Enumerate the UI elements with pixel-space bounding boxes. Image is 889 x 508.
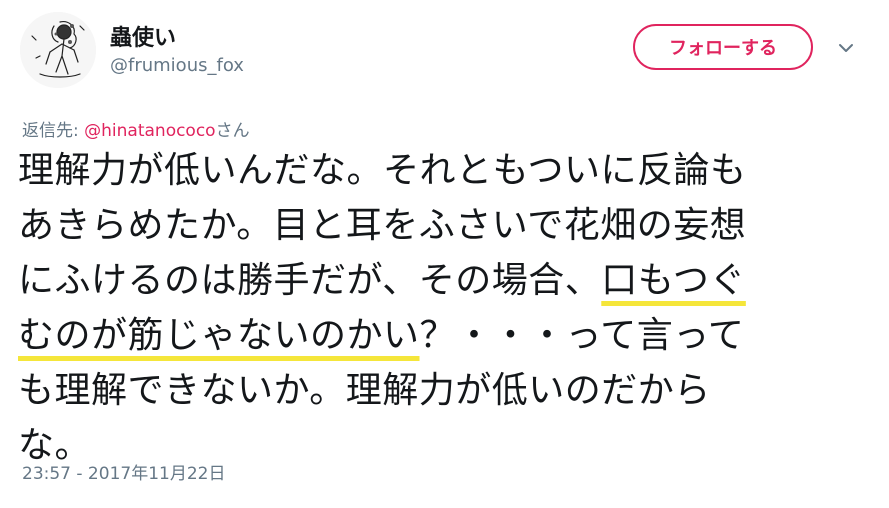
- reply-suffix: さん: [215, 121, 250, 141]
- sketch-figure-avatar-icon: [20, 12, 96, 88]
- reply-context: 返信先: @hinatanococoさん: [22, 116, 250, 141]
- highlighted-text: むのが筋じゃないのかい: [18, 315, 420, 356]
- tweet-text-segment: ？・・・って言って: [419, 315, 745, 356]
- tweet-text-line: むのが筋じゃないのかい？・・・って言って: [18, 308, 878, 363]
- reply-mention-link[interactable]: @hinatanococo: [84, 121, 215, 141]
- author-username[interactable]: @frumious_fox: [110, 55, 244, 76]
- tweet-card: 蟲使い @frumious_fox フォローする 返信先: @hinatanoc…: [0, 0, 889, 508]
- tweet-text: 理解力が低いんだな。それともついに反論も あきらめたか。目と耳をふさいで花畑の妄…: [18, 143, 878, 473]
- chevron-down-icon: [839, 44, 853, 52]
- tweet-text-segment: にふけるのは勝手だが、その場合、: [18, 260, 602, 301]
- reply-prefix: 返信先:: [22, 121, 85, 141]
- tweet-text-line: あきらめたか。目と耳をふさいで花畑の妄想: [18, 205, 747, 246]
- author-avatar[interactable]: [20, 12, 96, 88]
- tweet-text-line: も理解できないか。理解力が低いのだから: [18, 370, 711, 411]
- highlighted-text: 口もつぐ: [601, 260, 746, 301]
- author-display-name[interactable]: 蟲使い: [110, 20, 176, 52]
- tweet-timestamp[interactable]: 23:57 - 2017年11月22日: [22, 459, 225, 484]
- tweet-menu-button[interactable]: [836, 38, 856, 58]
- tweet-text-line: 理解力が低いんだな。それともついに反論も: [18, 150, 747, 191]
- follow-button[interactable]: フォローする: [633, 24, 813, 70]
- tweet-text-line: にふけるのは勝手だが、その場合、口もつぐ: [18, 253, 878, 308]
